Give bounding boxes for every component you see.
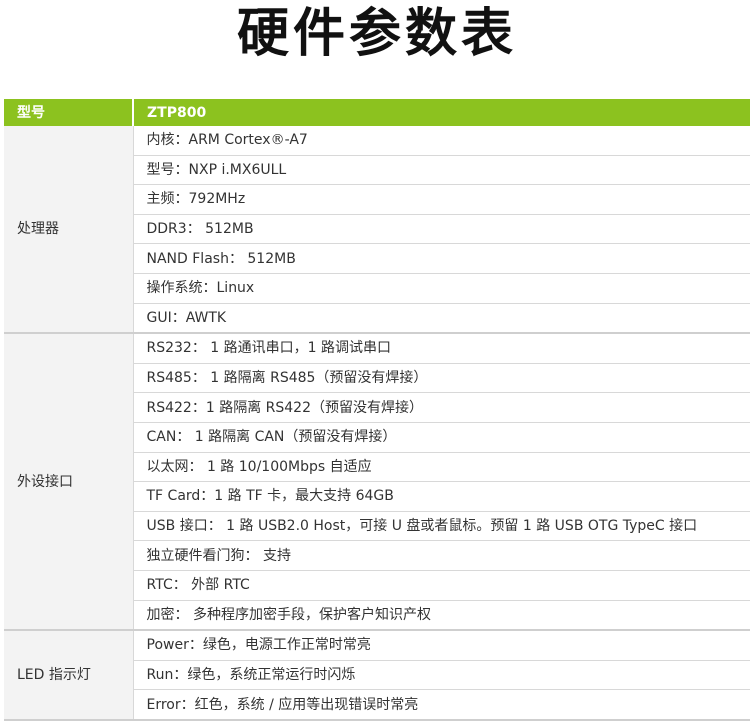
spec-cell: Run：绿色，系统正常运行时闪烁	[133, 660, 750, 691]
spec-cell: TF Card：1 路 TF 卡，最大支持 64GB	[133, 481, 750, 512]
table-row: LED 指示灯 Power：绿色，电源工作正常时常亮	[4, 630, 750, 721]
header-model-label: 型号	[4, 99, 134, 126]
spec-cell: Error：红色，系统 / 应用等出现错误时常亮	[133, 689, 750, 721]
spec-cell: USB 接口： 1 路 USB2.0 Host，可接 U 盘或者鼠标。预留 1 …	[133, 511, 750, 542]
spec-cell: 内核：ARM Cortex®-A7	[133, 126, 750, 156]
category-led-indicators: LED 指示灯	[4, 630, 134, 721]
spec-cell: NAND Flash： 512MB	[133, 243, 750, 274]
page-title: 硬件参数表	[236, 4, 517, 64]
spec-cell: 操作系统：Linux	[133, 273, 750, 304]
spec-cell: RTC： 外部 RTC	[133, 570, 750, 601]
spec-cell: RS485： 1 路隔离 RS485（预留没有焊接）	[133, 363, 750, 394]
spec-cell: 独立硬件看门狗： 支持	[133, 540, 750, 571]
spec-cell: RS232： 1 路通讯串口，1 路调试串口	[133, 333, 750, 364]
spec-cell: Power：绿色，电源工作正常时常亮	[133, 630, 750, 661]
spec-cell: 以太网： 1 路 10/100Mbps 自适应	[133, 452, 750, 483]
spec-table: 型号 ZTP800 处理器 内核：ARM Cortex®-A7 型号：NXP i…	[4, 99, 750, 721]
spec-cell: CAN： 1 路隔离 CAN（预留没有焊接）	[133, 422, 750, 453]
category-peripheral-interfaces: 外设接口	[4, 333, 134, 632]
spec-cell: GUI：AWTK	[133, 303, 750, 335]
table-header-row: 型号 ZTP800	[4, 99, 750, 126]
table-row: 处理器 内核：ARM Cortex®-A7	[4, 126, 750, 335]
spec-cell: 主频：792MHz	[133, 184, 750, 215]
category-processor: 处理器	[4, 126, 134, 335]
spec-cell: RS422：1 路隔离 RS422（预留没有焊接）	[133, 392, 750, 423]
header-model-value: ZTP800	[133, 99, 750, 126]
table-row: 外设接口 RS232： 1 路通讯串口，1 路调试串口	[4, 333, 750, 632]
spec-cell: 型号：NXP i.MX6ULL	[133, 155, 750, 186]
spec-cell: 加密： 多种程序加密手段，保护客户知识产权	[133, 600, 750, 632]
spec-cell: DDR3： 512MB	[133, 214, 750, 245]
